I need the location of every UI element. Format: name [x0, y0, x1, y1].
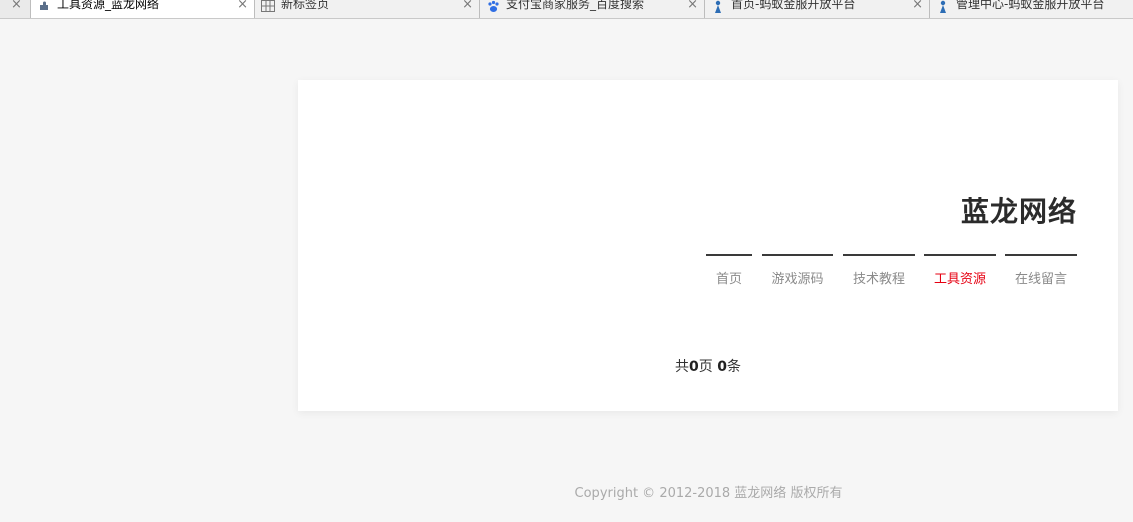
nav-item-guestbook[interactable]: 在线留言 [1005, 254, 1077, 287]
nav-item-tool-resources[interactable]: 工具资源 [924, 254, 996, 287]
browser-tab-strip: × 工具资源_蓝龙网络 × 新标签页 × 支付宝商家服务_百度搜索 × 首页-蚂… [0, 0, 1133, 19]
tab-label: 工具资源_蓝龙网络 [57, 0, 160, 11]
tab-ant-admin[interactable]: 管理中心-蚂蚁金服开放平台 [930, 0, 1133, 18]
nav-item-tutorials[interactable]: 技术教程 [843, 254, 915, 287]
main-nav: 首页 游戏源码 技术教程 工具资源 在线留言 [298, 254, 1118, 294]
tab-new-tab[interactable]: 新标签页 × [255, 0, 480, 18]
content-card: 蓝龙网络 首页 游戏源码 技术教程 工具资源 在线留言 共0页 0条 [298, 80, 1118, 411]
puzzle-icon [37, 0, 51, 13]
item-count: 0 [717, 359, 727, 375]
nav-label: 技术教程 [852, 272, 905, 287]
nav-item-home[interactable]: 首页 [706, 254, 752, 287]
tab-label: 管理中心-蚂蚁金服开放平台 [956, 0, 1105, 11]
copyright-footer: Copyright © 2012-2018 蓝龙网络 版权所有 [574, 486, 843, 501]
page-count: 0 [689, 359, 699, 375]
nav-label: 在线留言 [1014, 272, 1067, 287]
pagination-summary: 共0页 0条 [298, 356, 1118, 376]
pager-pages-unit: 页 [698, 359, 713, 375]
tab-label: 新标签页 [281, 0, 330, 11]
ant-icon [711, 0, 725, 13]
nav-label: 工具资源 [933, 272, 986, 287]
ant-icon [936, 0, 950, 13]
site-title[interactable]: 蓝龙网络 [961, 190, 1077, 230]
tab-ant-home[interactable]: 首页-蚂蚁金服开放平台 × [705, 0, 930, 18]
nav-label: 游戏源码 [771, 272, 824, 287]
tab-leading-area: × [0, 0, 31, 18]
grid-icon [261, 0, 275, 13]
tab-tools-resources[interactable]: 工具资源_蓝龙网络 × [31, 0, 255, 18]
nav-item-game-source[interactable]: 游戏源码 [762, 254, 833, 287]
close-icon[interactable]: × [912, 0, 923, 13]
tab-label: 支付宝商家服务_百度搜索 [506, 0, 645, 11]
tab-label: 首页-蚂蚁金服开放平台 [731, 0, 856, 11]
close-icon[interactable]: × [11, 0, 22, 13]
baidu-paw-icon [486, 0, 500, 13]
tab-baidu-search[interactable]: 支付宝商家服务_百度搜索 × [480, 0, 705, 18]
pager-prefix: 共 [675, 359, 690, 375]
pager-items-unit: 条 [726, 359, 741, 375]
close-icon[interactable]: × [687, 0, 698, 13]
close-icon[interactable]: × [237, 0, 248, 13]
close-icon[interactable]: × [462, 0, 473, 13]
nav-label: 首页 [715, 272, 742, 287]
